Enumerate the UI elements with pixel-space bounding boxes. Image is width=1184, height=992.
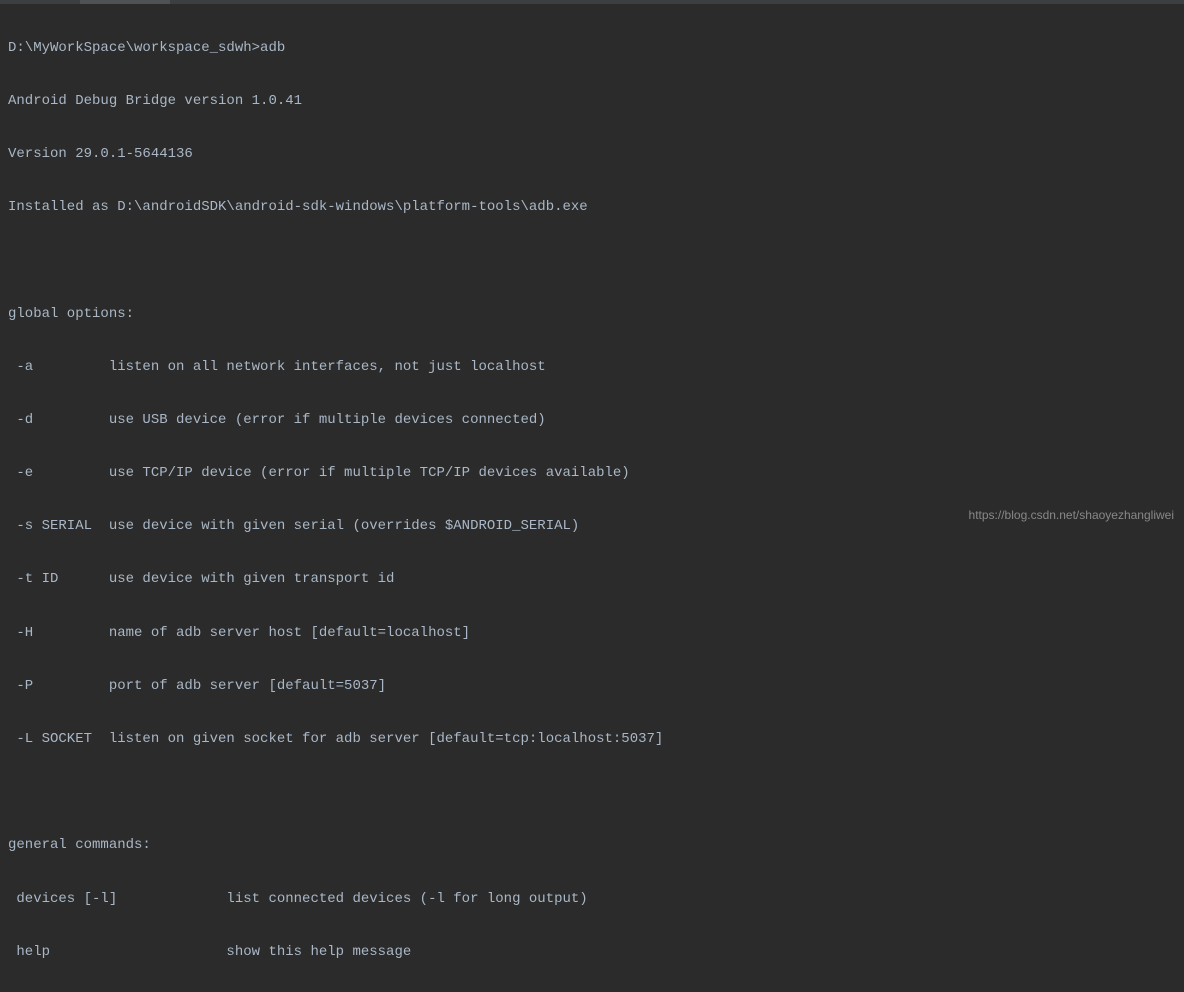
- header-line: Installed as D:\androidSDK\android-sdk-w…: [8, 194, 1176, 221]
- command-line: help show this help message: [8, 939, 1176, 966]
- section-title: global options:: [8, 301, 1176, 328]
- header-line: Android Debug Bridge version 1.0.41: [8, 88, 1176, 115]
- command-line: devices [-l] list connected devices (-l …: [8, 886, 1176, 913]
- header-line: Version 29.0.1-5644136: [8, 141, 1176, 168]
- terminal-output[interactable]: D:\MyWorkSpace\workspace_sdwh>adb Androi…: [8, 8, 1176, 992]
- option-line: -d use USB device (error if multiple dev…: [8, 407, 1176, 434]
- section-title: general commands:: [8, 832, 1176, 859]
- option-line: -P port of adb server [default=5037]: [8, 673, 1176, 700]
- option-line: -a listen on all network interfaces, not…: [8, 354, 1176, 381]
- option-line: -L SOCKET listen on given socket for adb…: [8, 726, 1176, 753]
- option-line: -e use TCP/IP device (error if multiple …: [8, 460, 1176, 487]
- active-tab-highlight: [80, 0, 170, 4]
- editor-tabs-bar: [0, 0, 1184, 4]
- option-line: -t ID use device with given transport id: [8, 566, 1176, 593]
- prompt-line: D:\MyWorkSpace\workspace_sdwh>adb: [8, 35, 1176, 62]
- option-line: -H name of adb server host [default=loca…: [8, 620, 1176, 647]
- blank-line: [8, 247, 1176, 274]
- watermark-text: https://blog.csdn.net/shaoyezhangliwei: [969, 504, 1174, 527]
- blank-line: [8, 779, 1176, 806]
